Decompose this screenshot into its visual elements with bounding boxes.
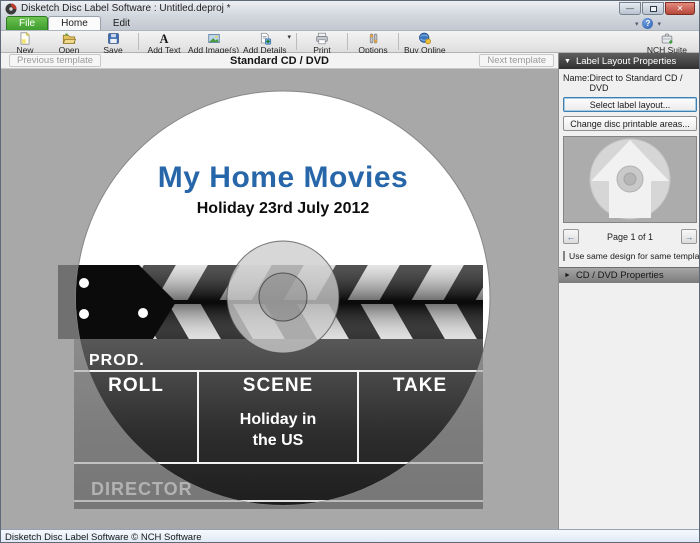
nch-suite-briefcase-icon [660, 32, 674, 45]
buy-online-globe-icon [418, 32, 432, 45]
add-details-button[interactable]: Add Details ▾ [241, 31, 293, 52]
minimize-icon: — [626, 5, 634, 13]
add-images-button[interactable]: Add Image(s) [186, 31, 241, 52]
disketch-app-icon [5, 3, 17, 15]
print-button[interactable]: Print [300, 31, 344, 52]
collapse-triangle-icon: ▼ [564, 58, 571, 65]
status-text: Disketch Disc Label Software © NCH Softw… [5, 532, 202, 543]
save-floppy-icon [107, 32, 120, 45]
tab-home-label: Home [61, 18, 88, 29]
title-bar: Disketch Disc Label Software : Untitled.… [1, 1, 699, 16]
options-button[interactable]: Options [351, 31, 395, 52]
disc-label-artboard: PROD. ROLL SCENE TAKE Holiday in the US … [1, 69, 558, 529]
ribbon-tab-strip: File Home Edit ▾ ? ▾ [1, 16, 699, 31]
toolbar-separator [398, 33, 399, 50]
chevron-down-icon: ▾ [288, 33, 292, 41]
chevron-down-icon[interactable]: ▾ [635, 20, 639, 28]
next-page-button[interactable]: → [681, 229, 697, 244]
toolbar: New Open Save A Add Text Add Image(s) [1, 31, 699, 53]
add-text-icon: A [157, 32, 171, 45]
restore-button[interactable] [642, 2, 664, 15]
new-button[interactable]: New [3, 31, 47, 52]
help-cluster: ▾ ? ▾ [635, 18, 661, 29]
restore-icon [650, 6, 657, 12]
options-icon [367, 32, 380, 45]
add-text-button[interactable]: A Add Text [142, 31, 186, 52]
tab-edit-label: Edit [113, 18, 130, 29]
layout-name-row: Name: Direct to Standard CD / DVD [559, 69, 700, 95]
label-layout-properties-header[interactable]: ▼ Label Layout Properties [559, 53, 700, 69]
design-canvas[interactable]: PROD. ROLL SCENE TAKE Holiday in the US … [1, 69, 558, 529]
template-title: Standard CD / DVD [230, 55, 329, 67]
same-design-option: Use same design for same template types [559, 247, 700, 267]
layout-preview-thumbnail[interactable] [563, 136, 697, 223]
layout-name-value: Direct to Standard CD / DVD [590, 73, 697, 93]
same-design-checkbox-label: Use same design for same template types [569, 251, 700, 261]
app-window: Disketch Disc Label Software : Untitled.… [0, 0, 700, 543]
toolbar-separator [347, 33, 348, 50]
main-area: Previous template Standard CD / DVD Next… [1, 53, 699, 529]
layout-preview-image [564, 137, 696, 222]
label-layout-properties-title: Label Layout Properties [576, 56, 676, 67]
add-details-icon [258, 32, 272, 45]
next-template-button[interactable]: Next template [479, 54, 554, 67]
tab-file[interactable]: File [6, 16, 48, 30]
toolbar-separator [138, 33, 139, 50]
cd-dvd-properties-header[interactable]: ► CD / DVD Properties [559, 267, 700, 283]
minimize-button[interactable]: — [619, 2, 641, 15]
expand-triangle-icon: ► [564, 272, 571, 279]
tab-home[interactable]: Home [48, 16, 101, 30]
panel-empty-space [559, 283, 700, 529]
tab-file-label: File [19, 18, 35, 29]
toolbar-spacer [448, 31, 645, 52]
save-button[interactable]: Save [91, 31, 135, 52]
window-controls: — ✕ [619, 2, 695, 15]
page-indicator: Page 1 of 1 [607, 232, 653, 242]
change-printable-areas-button[interactable]: Change disc printable areas... [563, 116, 697, 131]
same-design-checkbox[interactable] [563, 251, 565, 261]
open-button[interactable]: Open [47, 31, 91, 52]
layout-name-label: Name: [563, 73, 590, 93]
window-title: Disketch Disc Label Software : Untitled.… [21, 3, 231, 14]
cd-dvd-properties-title: CD / DVD Properties [576, 270, 664, 281]
add-image-icon [207, 32, 221, 45]
status-bar: Disketch Disc Label Software © NCH Softw… [1, 529, 699, 543]
chevron-down-icon[interactable]: ▾ [657, 20, 661, 28]
page-navigation: ← Page 1 of 1 → [559, 226, 700, 247]
close-icon: ✕ [677, 5, 684, 13]
open-folder-icon [62, 32, 76, 45]
close-button[interactable]: ✕ [665, 2, 695, 15]
select-label-layout-button[interactable]: Select label layout... [563, 97, 697, 112]
tab-edit[interactable]: Edit [101, 16, 142, 30]
svg-text:A: A [160, 32, 169, 45]
new-page-icon [18, 32, 32, 45]
arrow-right-icon: → [684, 232, 693, 242]
buy-online-button[interactable]: Buy Online [402, 31, 448, 52]
previous-template-button[interactable]: Previous template [9, 54, 101, 67]
toolbar-separator [296, 33, 297, 50]
help-icon: ? [646, 19, 651, 28]
template-bar: Previous template Standard CD / DVD Next… [1, 53, 558, 69]
arrow-left-icon: ← [567, 232, 576, 242]
nch-suite-button[interactable]: NCH Suite [645, 31, 689, 52]
disc-title-text[interactable]: My Home Movies [158, 161, 408, 194]
editor-column: Previous template Standard CD / DVD Next… [1, 53, 558, 529]
disc-subtitle-text[interactable]: Holiday 23rd July 2012 [197, 200, 370, 217]
help-button[interactable]: ? [642, 18, 653, 29]
properties-panel: ▼ Label Layout Properties Name: Direct t… [558, 53, 700, 529]
disc-center-hole [259, 273, 307, 321]
printer-icon [315, 32, 329, 45]
previous-page-button[interactable]: ← [563, 229, 579, 244]
